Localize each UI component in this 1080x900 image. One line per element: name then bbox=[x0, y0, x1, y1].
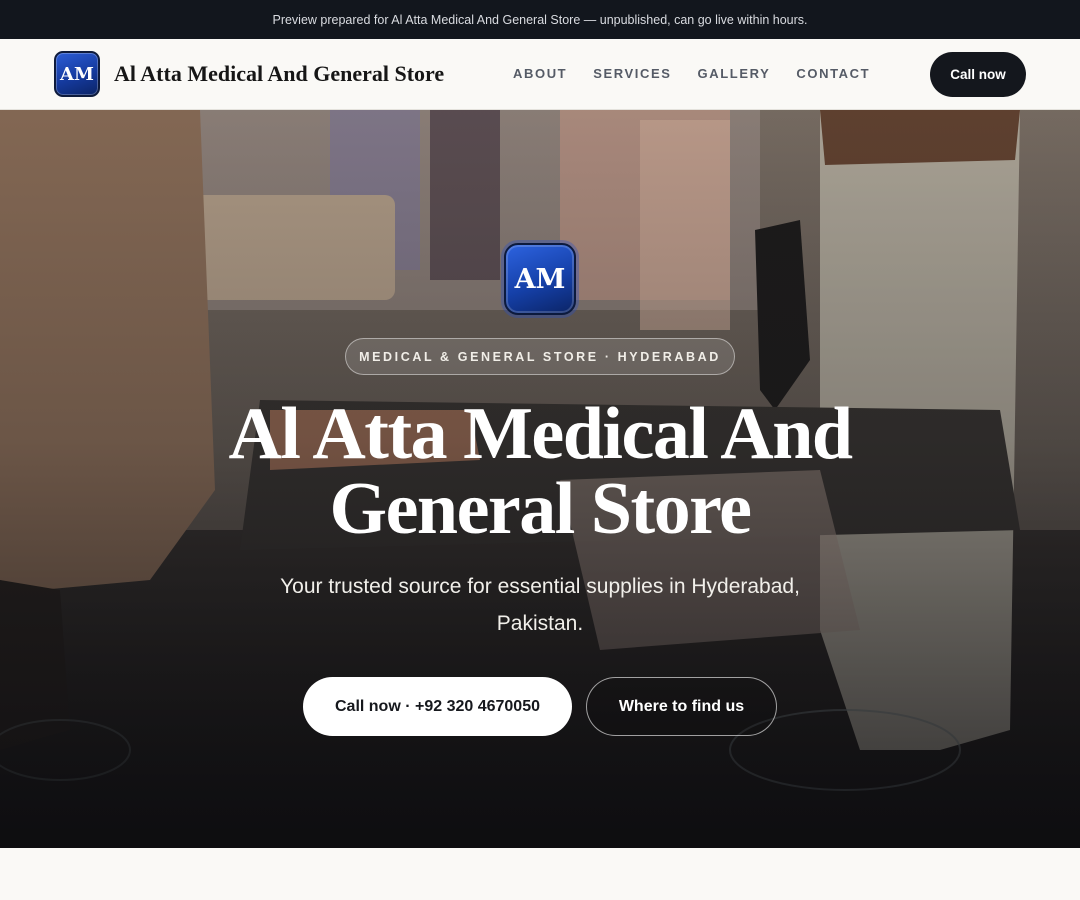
site-header: AM Al Atta Medical And General Store ABO… bbox=[0, 39, 1080, 110]
hero-logo: AM bbox=[504, 243, 576, 315]
nav-link-gallery[interactable]: GALLERY bbox=[698, 66, 771, 81]
preview-banner: Preview prepared for Al Atta Medical And… bbox=[0, 0, 1080, 39]
hero-section: AM MEDICAL & GENERAL STORE · HYDERABAD A… bbox=[0, 110, 1080, 848]
nav-link-contact[interactable]: CONTACT bbox=[796, 66, 870, 81]
call-now-phone-button[interactable]: Call now · +92 320 4670050 bbox=[303, 677, 572, 736]
nav-link-about[interactable]: ABOUT bbox=[513, 66, 567, 81]
main-nav: ABOUT SERVICES GALLERY CONTACT bbox=[513, 66, 870, 81]
preview-banner-text: Preview prepared for Al Atta Medical And… bbox=[272, 12, 808, 27]
where-to-find-us-button[interactable]: Where to find us bbox=[586, 677, 777, 736]
brand-name[interactable]: Al Atta Medical And General Store bbox=[114, 61, 444, 87]
hero-subtitle: Your trusted source for essential suppli… bbox=[280, 575, 800, 635]
brand-logo[interactable]: AM bbox=[54, 51, 100, 97]
nav-link-services[interactable]: SERVICES bbox=[593, 66, 671, 81]
call-now-button[interactable]: Call now bbox=[930, 52, 1026, 97]
hero-tagline: MEDICAL & GENERAL STORE · HYDERABAD bbox=[345, 338, 735, 375]
hero-title: Al Atta Medical And General Store bbox=[228, 393, 853, 550]
